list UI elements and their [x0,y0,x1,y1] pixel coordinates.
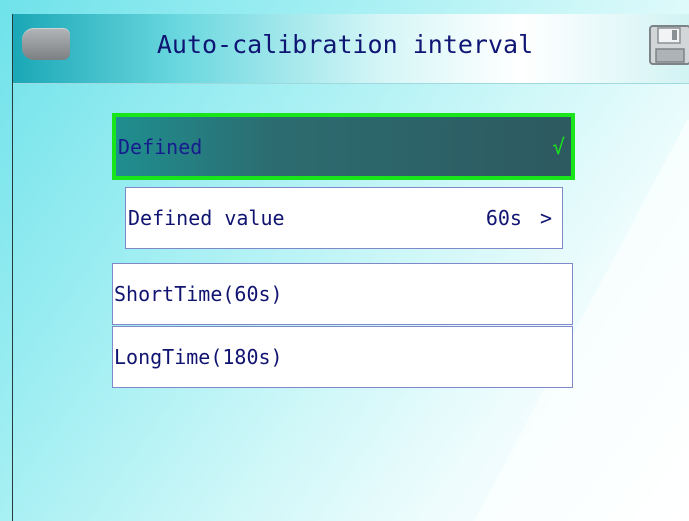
page-title: Auto-calibration interval [156,30,534,59]
option-defined[interactable]: Defined √ [112,113,575,180]
defined-value-label: Defined value [128,206,285,230]
defined-value-item[interactable]: Defined value 60s > [125,187,563,249]
save-icon[interactable] [649,25,689,69]
option-long-time[interactable]: LongTime(180s) [112,326,573,388]
check-icon: √ [552,134,565,159]
option-defined-label: Defined [118,134,203,159]
left-border [12,14,13,521]
option-short-time[interactable]: ShortTime(60s) [112,263,573,325]
chevron-right-icon: > [539,206,552,230]
option-short-time-label: ShortTime(60s) [114,282,283,306]
screen: Auto-calibration interval Defined √ Defi… [0,0,689,521]
option-long-time-label: LongTime(180s) [114,345,283,369]
defined-value-value: 60s [485,206,522,230]
back-icon[interactable] [22,28,70,60]
